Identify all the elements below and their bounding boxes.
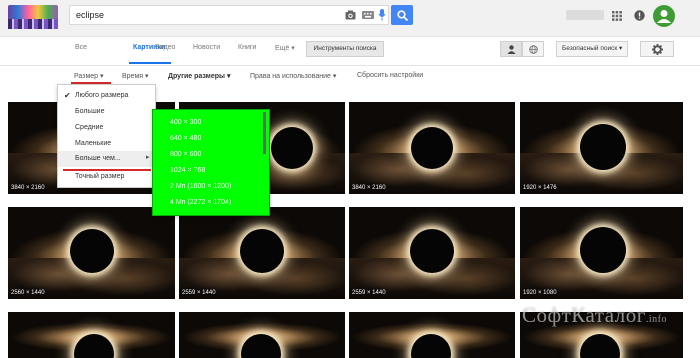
image-result[interactable]: 2559 × 1440 — [179, 207, 345, 299]
check-icon: ✔ — [64, 91, 71, 100]
menu-item-larger-than[interactable]: Больше чем... — [75, 155, 121, 162]
submenu-item[interactable]: 2 Мп (1600 × 1200) — [170, 183, 231, 190]
image-result[interactable]: 2560 × 1440 — [8, 207, 175, 299]
menu-item-large[interactable]: Большие — [75, 108, 104, 115]
submenu-item[interactable]: 1024 × 768 — [170, 167, 205, 174]
menu-item-exact-size[interactable]: Точный размер — [75, 173, 124, 180]
image-size-label: 3840 × 2160 — [11, 185, 45, 191]
image-result[interactable]: 2559 × 1440 — [349, 207, 515, 299]
image-result[interactable] — [179, 312, 345, 358]
image-size-label: 2559 × 1440 — [182, 290, 216, 296]
image-size-label: 1920 × 1476 — [523, 185, 557, 191]
image-size-label: 1920 × 1080 — [523, 290, 557, 296]
submenu-item[interactable]: 400 × 300 — [170, 119, 201, 126]
image-size-label: 3840 × 2160 — [352, 185, 386, 191]
image-result[interactable]: 1920 × 1476 — [520, 102, 683, 194]
image-result[interactable] — [349, 312, 515, 358]
submenu-item[interactable]: 800 × 600 — [170, 151, 201, 158]
image-result[interactable]: 1920 × 1080 — [520, 207, 683, 299]
image-result[interactable]: 3840 × 2160 — [349, 102, 515, 194]
larger-than-submenu: 400 × 300 640 × 480 800 × 600 1024 × 768… — [152, 109, 270, 216]
image-result[interactable] — [8, 312, 175, 358]
image-size-label: 2560 × 1440 — [11, 290, 45, 296]
chevron-right-icon: ▸ — [146, 154, 150, 161]
menu-item-icon[interactable]: Маленькие — [75, 140, 111, 147]
submenu-item[interactable]: 4 Мп (2272 × 1704) — [170, 199, 231, 206]
image-size-label: 2559 × 1440 — [352, 290, 386, 296]
menu-item-medium[interactable]: Средние — [75, 124, 103, 131]
annotation-underline — [63, 169, 151, 171]
watermark: СофтКаталог.info — [522, 303, 667, 327]
submenu-scrollbar[interactable] — [263, 112, 266, 154]
menu-item-any-size[interactable]: Любого размера — [75, 92, 128, 99]
size-dropdown-menu: ✔ Любого размера Большие Средние Маленьк… — [57, 84, 156, 188]
submenu-item[interactable]: 640 × 480 — [170, 135, 201, 142]
